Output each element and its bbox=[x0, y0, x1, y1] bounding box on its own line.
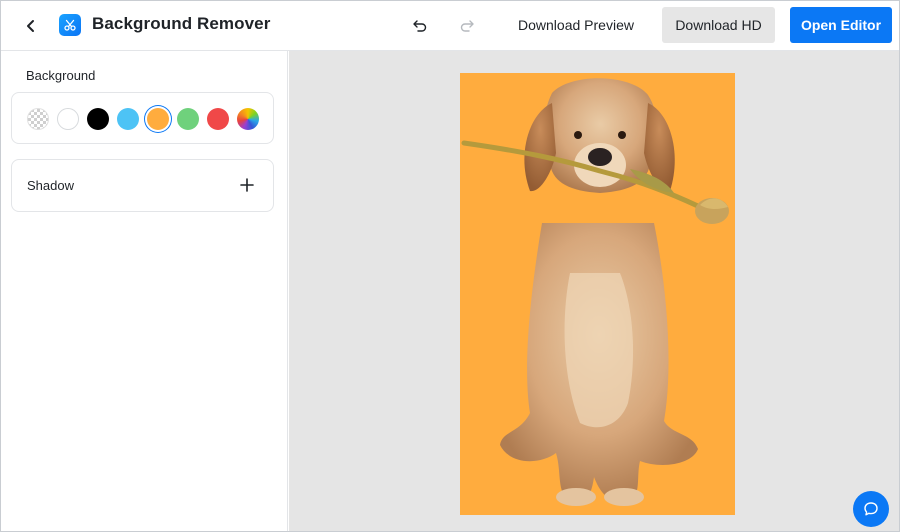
chat-bubble-icon bbox=[864, 502, 878, 516]
undo-icon bbox=[413, 20, 427, 32]
download-preview-button[interactable]: Download Preview bbox=[506, 7, 646, 43]
back-button[interactable] bbox=[18, 13, 44, 39]
download-hd-button[interactable]: Download HD bbox=[662, 7, 775, 43]
background-section-label: Background bbox=[26, 68, 96, 83]
chat-help-button[interactable] bbox=[853, 491, 889, 527]
chevron-left-icon bbox=[27, 20, 34, 32]
undo-button[interactable] bbox=[408, 14, 432, 38]
swatch-black[interactable] bbox=[87, 108, 109, 130]
preview-canvas bbox=[289, 51, 899, 531]
redo-button[interactable] bbox=[455, 14, 479, 38]
swatch-red[interactable] bbox=[207, 108, 229, 130]
preview-image bbox=[460, 73, 735, 515]
swatch-custom-color[interactable] bbox=[237, 108, 259, 130]
sidebar: Background Shadow bbox=[1, 51, 288, 531]
scissors-logo-icon bbox=[59, 14, 81, 36]
swatch-light-blue[interactable] bbox=[117, 108, 139, 130]
swatch-orange[interactable] bbox=[147, 108, 169, 130]
dog-with-tulip-image bbox=[461, 78, 729, 506]
shadow-section[interactable]: Shadow bbox=[11, 159, 274, 212]
app-window: Background Remover Download Preview Down… bbox=[0, 0, 900, 532]
plus-icon[interactable] bbox=[239, 177, 255, 193]
redo-icon bbox=[460, 20, 474, 32]
swatch-white[interactable] bbox=[57, 108, 79, 130]
background-color-picker bbox=[11, 92, 274, 144]
page-title: Background Remover bbox=[92, 14, 271, 33]
swatch-transparent[interactable] bbox=[27, 108, 49, 130]
swatch-green[interactable] bbox=[177, 108, 199, 130]
top-toolbar: Background Remover Download Preview Down… bbox=[1, 1, 899, 51]
shadow-label: Shadow bbox=[27, 178, 74, 193]
open-editor-button[interactable]: Open Editor bbox=[790, 7, 892, 43]
